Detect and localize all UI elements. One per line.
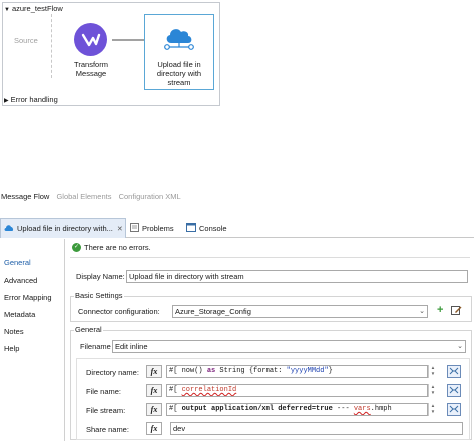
status-message: There are no errors. — [84, 243, 151, 252]
mapping-editor-button[interactable] — [447, 403, 461, 416]
mapping-icon — [449, 405, 459, 413]
close-tab-icon[interactable]: ✕ — [117, 225, 123, 233]
expr-variable: correlationId — [181, 386, 237, 394]
ok-check-icon: ✓ — [72, 243, 81, 252]
expression-spinner[interactable]: ▲ ▼ — [428, 365, 437, 378]
error-handling-label: Error handling — [10, 95, 58, 104]
basic-settings-title: Basic Settings — [74, 291, 124, 300]
share-name-label: Share name: — [86, 425, 129, 434]
expr-part: #[ — [169, 386, 182, 394]
transform-icon — [81, 33, 100, 46]
tab-upload-properties[interactable]: Upload file in directory with... ✕ — [0, 218, 126, 238]
expr-keyword: as — [206, 367, 216, 375]
directory-name-expression[interactable]: #[ now() as String {format: "yyyyMMdd"} — [166, 365, 428, 378]
nav-advanced[interactable]: Advanced — [4, 276, 37, 285]
tab-console-label: Console — [199, 223, 227, 233]
transform-message-label: Transform Message — [64, 60, 118, 78]
nav-error-mapping[interactable]: Error Mapping — [4, 293, 52, 302]
filename-value: Edit inline — [115, 342, 148, 351]
fx-toggle-button[interactable]: fx — [146, 403, 162, 416]
nav-general[interactable]: General — [4, 258, 31, 267]
edit-config-icon[interactable] — [451, 305, 462, 318]
fx-toggle-button[interactable]: fx — [146, 384, 162, 397]
expr-part: } — [328, 367, 333, 375]
transform-label-line1: Transform — [74, 60, 108, 69]
file-stream-expression[interactable]: #[ output application/xml deferred=true … — [166, 403, 428, 416]
flow-title-text: azure_testFlow — [11, 4, 63, 13]
tab-global-elements[interactable]: Global Elements — [56, 192, 111, 201]
status-separator — [70, 257, 470, 258]
nav-help[interactable]: Help — [4, 344, 19, 353]
connector-config-label: Connector configuration: — [78, 307, 160, 316]
tab-problems-label: Problems — [142, 223, 174, 233]
chevron-down-icon[interactable]: ⌄ — [457, 341, 463, 352]
file-name-expression[interactable]: #[ correlationId — [166, 384, 428, 397]
expr-variable: vars — [353, 405, 371, 413]
expression-spinner[interactable]: ▲ ▼ — [428, 384, 437, 397]
share-name-input[interactable]: dev — [170, 422, 463, 435]
mapping-icon — [449, 386, 459, 394]
properties-left-nav — [0, 239, 65, 441]
filename-select[interactable]: Edit inline ⌄ — [112, 340, 466, 353]
mapping-icon — [449, 367, 459, 375]
filename-label: Filename — [80, 342, 111, 351]
console-icon — [186, 222, 196, 234]
connector-config-value: Azure_Storage_Config — [175, 307, 251, 316]
display-name-label: Display Name: — [76, 272, 125, 281]
flow-title[interactable]: ▼ azure_testFlow — [4, 4, 63, 14]
upload-label-line1: Upload file in — [157, 60, 201, 69]
upload-file-label: Upload file in directory with stream — [146, 60, 212, 87]
expression-spinner[interactable]: ▲ ▼ — [428, 403, 437, 416]
source-divider — [51, 14, 52, 78]
expr-keyword: output application/xml deferred=true — [181, 405, 333, 413]
display-name-input[interactable]: Upload file in directory with stream — [126, 270, 468, 283]
upload-label-line2: directory with — [156, 69, 202, 78]
nav-metadata[interactable]: Metadata — [4, 310, 35, 319]
chevron-down-icon[interactable]: ⌄ — [419, 306, 425, 317]
fx-toggle-button[interactable]: fx — [146, 422, 162, 435]
tab-message-flow[interactable]: Message Flow — [1, 192, 49, 201]
error-handling-section[interactable]: ▶ Error handling — [4, 95, 58, 104]
expr-part: --- — [332, 405, 354, 413]
file-stream-label: File stream: — [86, 406, 126, 415]
collapse-triangle-icon[interactable]: ▼ — [4, 7, 10, 13]
transform-label-line2: Message — [75, 69, 107, 78]
tab-upload-label: Upload file in directory with... — [17, 224, 113, 233]
expr-part: #[ now() — [169, 367, 207, 375]
expr-part: String {format: — [215, 367, 287, 375]
azure-storage-icon — [163, 24, 195, 54]
tab-problems[interactable]: Problems — [127, 218, 177, 238]
upload-label-line3: stream — [167, 78, 191, 87]
source-label[interactable]: Source — [14, 36, 38, 45]
problems-icon — [130, 222, 139, 234]
message-flow-tabs: Message Flow Global Elements Configurati… — [1, 192, 186, 201]
expr-part: .hmph — [370, 405, 392, 413]
tab-console[interactable]: Console — [183, 218, 233, 238]
mapping-editor-button[interactable] — [447, 384, 461, 397]
add-config-icon[interactable]: + — [437, 305, 443, 316]
file-name-label: File name: — [86, 387, 122, 396]
expand-triangle-icon[interactable]: ▶ — [4, 98, 9, 104]
expr-part: #[ — [169, 405, 182, 413]
directory-name-label: Directory name: — [86, 368, 139, 377]
azure-cloud-icon — [4, 224, 14, 234]
general-title: General — [74, 325, 103, 334]
fx-toggle-button[interactable]: fx — [146, 365, 162, 378]
transform-message-node[interactable] — [74, 23, 107, 56]
expr-string: "yyyyMMdd" — [286, 367, 329, 375]
tab-configuration-xml[interactable]: Configuration XML — [119, 192, 181, 201]
mapping-editor-button[interactable] — [447, 365, 461, 378]
connector-config-select[interactable]: Azure_Storage_Config ⌄ — [172, 305, 428, 318]
nav-notes[interactable]: Notes — [4, 327, 24, 336]
